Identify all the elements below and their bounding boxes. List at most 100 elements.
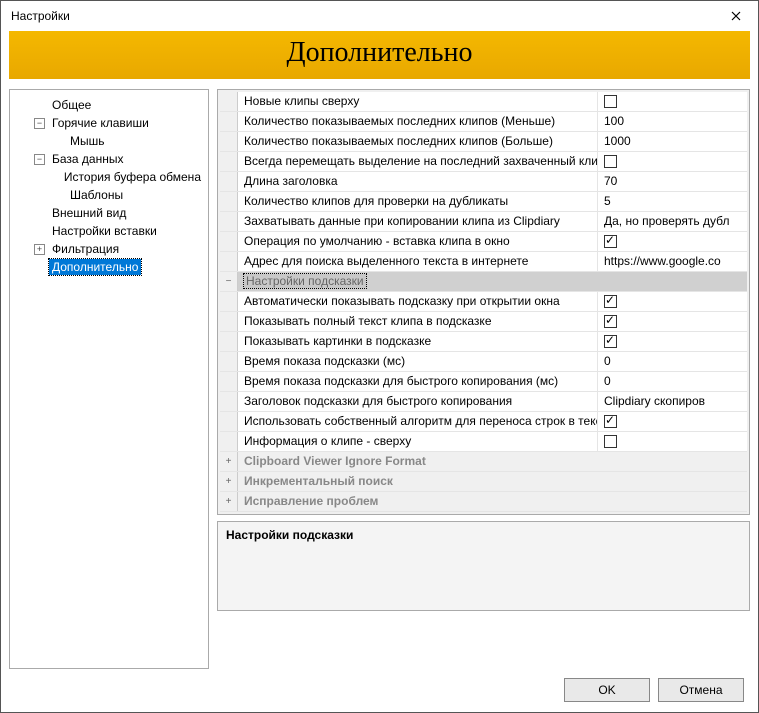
tree-item[interactable]: Внешний вид: [14, 204, 204, 222]
tree-item[interactable]: Шаблоны: [14, 186, 204, 204]
expand-icon[interactable]: +: [220, 492, 238, 511]
checkbox[interactable]: [604, 315, 617, 328]
property-value[interactable]: [598, 232, 747, 251]
property-value[interactable]: [598, 292, 747, 311]
ok-button[interactable]: OK: [564, 678, 650, 702]
property-value[interactable]: 0: [598, 352, 747, 371]
property-row[interactable]: Время показа подсказки (мс)0: [220, 352, 747, 372]
property-value[interactable]: [598, 152, 747, 171]
property-group-header[interactable]: −Настройки подсказки: [220, 272, 747, 292]
row-gutter: [220, 112, 238, 131]
tree-label: Внешний вид: [49, 205, 129, 221]
property-value[interactable]: [598, 412, 747, 431]
property-label: Операция по умолчанию - вставка клипа в …: [238, 232, 598, 251]
property-value[interactable]: [598, 332, 747, 351]
property-row[interactable]: Операция по умолчанию - вставка клипа в …: [220, 232, 747, 252]
property-row[interactable]: Показывать полный текст клипа в подсказк…: [220, 312, 747, 332]
property-row[interactable]: Показывать картинки в подсказке: [220, 332, 747, 352]
property-row[interactable]: Информация о клипе - сверху: [220, 432, 747, 452]
property-value[interactable]: 0: [598, 372, 747, 391]
property-value[interactable]: [598, 312, 747, 331]
row-gutter: [220, 252, 238, 271]
property-label: Использовать собственный алгоритм для пе…: [238, 412, 598, 431]
property-label: Информация о клипе - сверху: [238, 432, 598, 451]
property-label: Показывать полный текст клипа в подсказк…: [238, 312, 598, 331]
property-row[interactable]: Адрес для поиска выделенного текста в ин…: [220, 252, 747, 272]
tree-item[interactable]: −Горячие клавиши: [14, 114, 204, 132]
tree-item[interactable]: Общее: [14, 96, 204, 114]
property-value[interactable]: [598, 432, 747, 451]
property-label: Адрес для поиска выделенного текста в ин…: [238, 252, 598, 271]
tree-item[interactable]: История буфера обмена: [14, 168, 204, 186]
collapse-icon[interactable]: −: [220, 272, 238, 291]
row-gutter: [220, 332, 238, 351]
group-label: Инкрементальный поиск: [238, 472, 747, 491]
window-title: Настройки: [11, 9, 70, 23]
checkbox[interactable]: [604, 415, 617, 428]
property-value[interactable]: 100: [598, 112, 747, 131]
property-group-header[interactable]: +Инкрементальный поиск: [220, 472, 747, 492]
row-gutter: [220, 212, 238, 231]
checkbox[interactable]: [604, 235, 617, 248]
property-row[interactable]: Количество показываемых последних клипов…: [220, 132, 747, 152]
checkbox[interactable]: [604, 335, 617, 348]
group-label: Clipboard Viewer Ignore Format: [238, 452, 747, 471]
collapse-icon[interactable]: −: [34, 118, 45, 129]
button-bar: OK Отмена: [564, 678, 744, 702]
property-row[interactable]: Время показа подсказки для быстрого копи…: [220, 372, 747, 392]
property-group-header[interactable]: +Clipboard Viewer Ignore Format: [220, 452, 747, 472]
tree-label: База данных: [49, 151, 126, 167]
tree-item[interactable]: Настройки вставки: [14, 222, 204, 240]
property-row[interactable]: Автоматически показывать подсказку при о…: [220, 292, 747, 312]
property-row[interactable]: Длина заголовка70: [220, 172, 747, 192]
property-row[interactable]: Количество показываемых последних клипов…: [220, 112, 747, 132]
expand-icon[interactable]: +: [220, 472, 238, 491]
checkbox[interactable]: [604, 95, 617, 108]
tree-item[interactable]: Мышь: [14, 132, 204, 150]
tree-label: Фильтрация: [49, 241, 122, 257]
property-row[interactable]: Заголовок подсказки для быстрого копиров…: [220, 392, 747, 412]
checkbox[interactable]: [604, 435, 617, 448]
tree-label: Шаблоны: [67, 187, 126, 203]
group-label: Настройки подсказки: [244, 274, 366, 288]
property-row[interactable]: Захватывать данные при копировании клипа…: [220, 212, 747, 232]
row-gutter: [220, 432, 238, 451]
tree-label: Дополнительно: [49, 259, 141, 275]
property-row[interactable]: Количество клипов для проверки на дублик…: [220, 192, 747, 212]
nav-tree[interactable]: Общее−Горячие клавишиМышь−База данныхИст…: [9, 89, 209, 669]
row-gutter: [220, 92, 238, 111]
row-gutter: [220, 312, 238, 331]
property-value[interactable]: Да, но проверять дубл: [598, 212, 747, 231]
tree-item[interactable]: + Фильтрация: [14, 240, 204, 258]
property-value[interactable]: 5: [598, 192, 747, 211]
close-button[interactable]: [713, 1, 758, 31]
collapse-icon[interactable]: −: [34, 154, 45, 165]
tree-item[interactable]: −База данных: [14, 150, 204, 168]
group-label: Исправление проблем: [238, 492, 747, 511]
checkbox[interactable]: [604, 155, 617, 168]
property-label: Захватывать данные при копировании клипа…: [238, 212, 598, 231]
close-icon: [731, 11, 741, 21]
tree-item[interactable]: Дополнительно: [14, 258, 204, 276]
tree-label: Мышь: [67, 133, 108, 149]
titlebar: Настройки: [1, 1, 758, 31]
property-value[interactable]: 1000: [598, 132, 747, 151]
property-label: Автоматически показывать подсказку при о…: [238, 292, 598, 311]
cancel-button[interactable]: Отмена: [658, 678, 744, 702]
property-group-header[interactable]: +Исправление проблем: [220, 492, 747, 512]
property-value[interactable]: https://www.google.cо: [598, 252, 747, 271]
expand-icon[interactable]: +: [34, 244, 45, 255]
property-value[interactable]: 70: [598, 172, 747, 191]
property-grid[interactable]: Новые клипы сверхуКоличество показываемы…: [217, 89, 750, 515]
row-gutter: [220, 152, 238, 171]
property-row[interactable]: Использовать собственный алгоритм для пе…: [220, 412, 747, 432]
row-gutter: [220, 412, 238, 431]
checkbox[interactable]: [604, 295, 617, 308]
row-gutter: [220, 352, 238, 371]
property-row[interactable]: Всегда перемещать выделение на последний…: [220, 152, 747, 172]
tree-label: Горячие клавиши: [49, 115, 152, 131]
property-row[interactable]: Новые клипы сверху: [220, 92, 747, 112]
property-value[interactable]: [598, 92, 747, 111]
expand-icon[interactable]: +: [220, 452, 238, 471]
property-value[interactable]: Clipdiary скопиров: [598, 392, 747, 411]
